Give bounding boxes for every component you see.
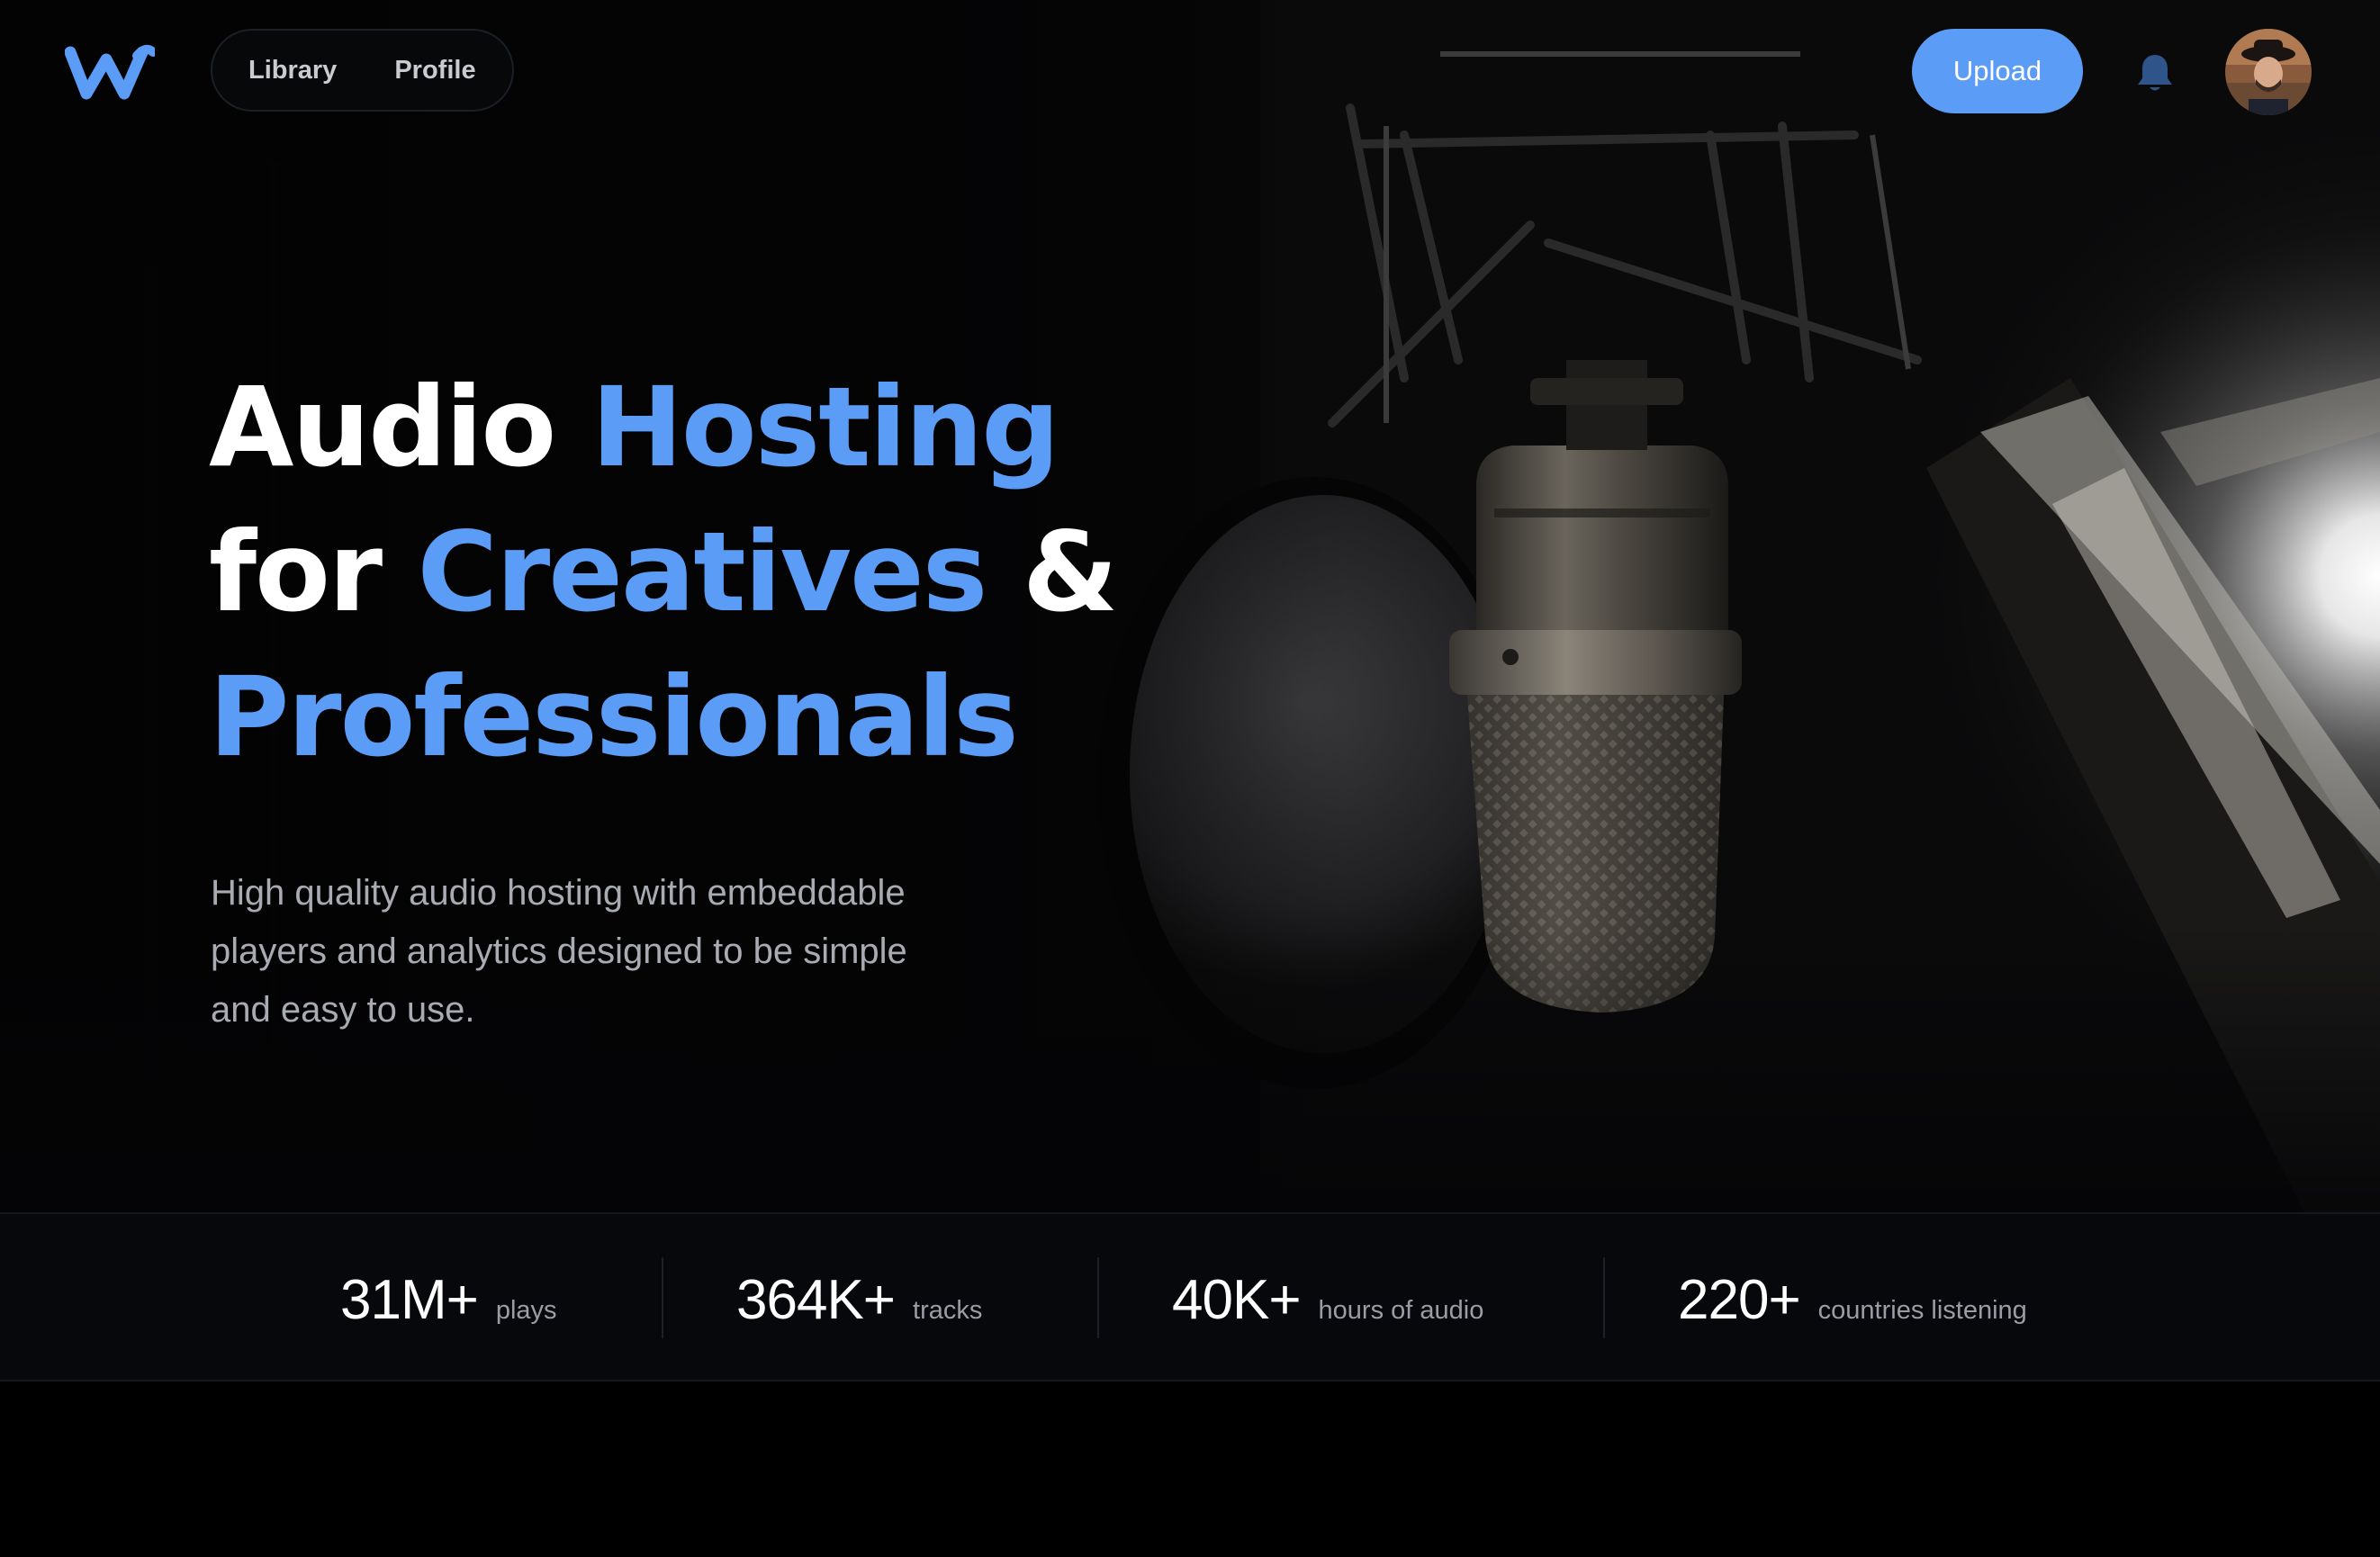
avatar-image xyxy=(2225,29,2312,115)
stats-bar: 31M+ plays 364K+ tracks 40K+ hours of au… xyxy=(0,1212,2380,1382)
stat-label: plays xyxy=(495,1296,557,1325)
stat-label: tracks xyxy=(913,1296,983,1325)
hero-headline: Audio Hosting for Creatives & Profession… xyxy=(209,356,1118,790)
stat-value: 31M+ xyxy=(340,1269,479,1331)
stat-value: 364K+ xyxy=(736,1269,896,1331)
headline-word-hosting: Hosting xyxy=(590,364,1060,491)
nav-link-profile[interactable]: Profile xyxy=(394,56,475,86)
main-nav: Library Profile xyxy=(211,29,514,112)
hero-subtitle: High quality audio hosting with embeddab… xyxy=(211,873,907,1030)
stat-label: countries listening xyxy=(1817,1296,2027,1325)
headline-word-creatives: Creatives xyxy=(417,508,988,636)
headline-line-1: Audio Hosting xyxy=(209,356,1116,500)
nav-link-library[interactable]: Library xyxy=(248,56,337,86)
headline-word-for: for xyxy=(209,508,383,636)
headline-word-audio: Audio xyxy=(209,364,556,491)
w-logo-icon[interactable] xyxy=(65,43,155,103)
bell-icon[interactable] xyxy=(2135,52,2175,94)
stat-divider xyxy=(662,1257,663,1338)
stat-plays: 31M+ plays xyxy=(340,1214,557,1380)
user-avatar[interactable] xyxy=(2225,29,2312,115)
headline-line-3: Professionals xyxy=(209,653,1019,781)
headline-line-2: for Creatives & xyxy=(209,500,1118,645)
stat-countries: 220+ countries listening xyxy=(1678,1214,2027,1380)
page-background-bottom xyxy=(0,1383,2380,1557)
stat-divider xyxy=(1097,1257,1099,1338)
stat-divider xyxy=(1603,1257,1605,1338)
stat-hours: 40K+ hours of audio xyxy=(1172,1214,1483,1380)
stat-value: 40K+ xyxy=(1172,1269,1302,1331)
headline-ampersand: & xyxy=(1022,508,1118,636)
stat-value: 220+ xyxy=(1678,1269,1801,1331)
stat-label: hours of audio xyxy=(1318,1296,1484,1325)
stat-tracks: 364K+ tracks xyxy=(736,1214,982,1380)
upload-button[interactable]: Upload xyxy=(1912,29,2083,113)
